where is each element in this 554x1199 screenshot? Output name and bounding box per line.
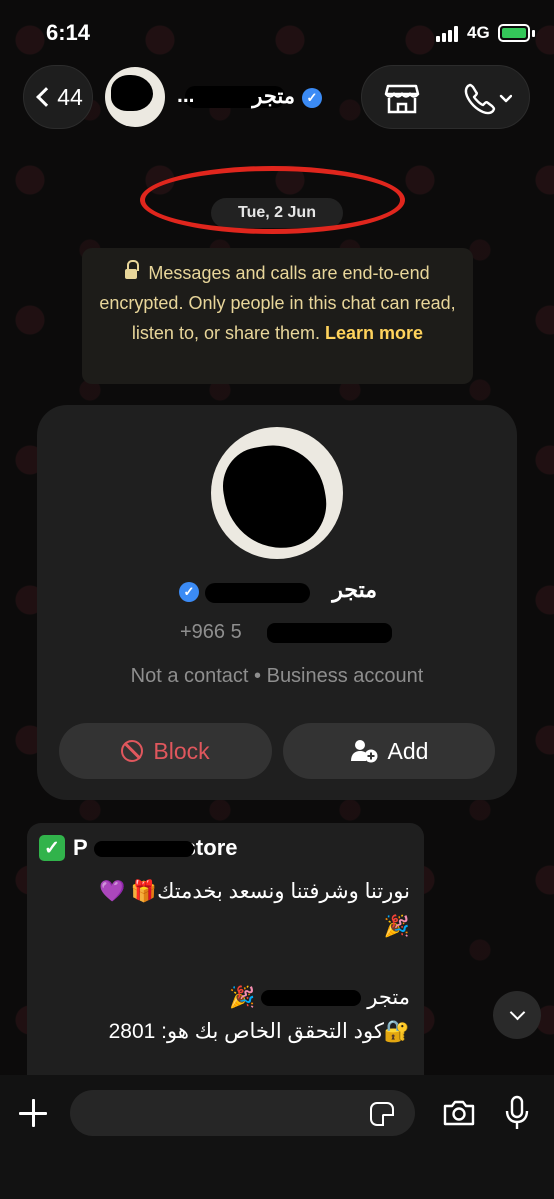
chevron-down-icon (509, 1004, 525, 1021)
title-redaction (94, 841, 194, 857)
message-line: 🎉 (383, 915, 410, 938)
message-line: 🔐كود التحقق الخاص بك هو: 2801 (108, 1020, 410, 1043)
name-redaction (205, 583, 310, 603)
add-user-icon (350, 740, 378, 763)
message-line: متجر 🎉 (229, 985, 410, 1010)
learn-more-link[interactable]: Learn more (325, 323, 423, 343)
message-title: ✓ P store (39, 835, 237, 861)
check-box-icon: ✓ (39, 835, 65, 861)
verified-icon: ✓ (179, 582, 199, 602)
status-time: 6:14 (46, 20, 91, 45)
contact-name-header[interactable]: ... متجر ✓ (175, 82, 325, 112)
unread-count: 44 (57, 83, 83, 110)
message-line: نورتنا وشرفتنا ونسعد بخدمتك🎁 💜 (98, 880, 410, 903)
message-bubble[interactable]: ✓ P store نورتنا وشرفتنا ونسعد بخدمتك🎁 💜… (27, 823, 424, 1083)
avatar[interactable] (105, 67, 165, 127)
plus-icon[interactable] (16, 1096, 50, 1130)
storefront-icon[interactable] (384, 83, 420, 115)
contact-phone: +966 5 (180, 621, 242, 643)
chat-header: 44 ... متجر ✓ (0, 62, 554, 140)
block-label: Block (153, 737, 210, 764)
status-bar: 6:14 4G (0, 0, 554, 62)
name-ellipsis: ... (177, 84, 195, 107)
contact-name-row: ✓ متجر (37, 577, 517, 609)
sticker-icon[interactable] (370, 1102, 394, 1126)
battery-cap (532, 30, 535, 37)
add-contact-button[interactable]: Add (283, 723, 495, 779)
lock-icon (125, 260, 140, 280)
line-prefix: متجر (367, 986, 410, 1009)
camera-icon[interactable] (442, 1099, 476, 1127)
contact-card-name: متجر (332, 577, 377, 602)
block-button[interactable]: Block (59, 723, 272, 779)
input-bar (0, 1075, 554, 1199)
line-redaction (261, 990, 362, 1007)
annotation-circle (140, 166, 405, 234)
chevron-left-icon (36, 87, 57, 107)
line-suffix: 🎉 (229, 986, 256, 1009)
phone-icon[interactable] (462, 82, 512, 116)
microphone-icon[interactable] (505, 1095, 529, 1131)
title-prefix: P (73, 835, 88, 860)
contact-meta: Not a contact • Business account (130, 665, 424, 687)
battery-icon (498, 24, 530, 42)
scroll-down-button[interactable] (493, 991, 541, 1039)
phone-redaction (267, 623, 392, 643)
contact-avatar[interactable] (211, 427, 343, 559)
block-icon (121, 740, 144, 762)
encryption-notice[interactable]: Messages and calls are end-to-end encryp… (82, 248, 473, 384)
verified-icon: ✓ (302, 88, 322, 108)
contact-card: ✓ متجر +966 5 Not a contact • Business a… (37, 405, 517, 800)
avatar-redaction (111, 75, 153, 111)
header-actions (361, 65, 530, 129)
network-type: 4G (467, 23, 490, 42)
avatar-redaction (216, 437, 334, 557)
signal-icon (436, 26, 462, 42)
message-input[interactable] (70, 1090, 415, 1136)
contact-name: متجر (252, 85, 295, 108)
add-label: Add (387, 737, 429, 764)
back-button[interactable]: 44 (23, 65, 93, 129)
